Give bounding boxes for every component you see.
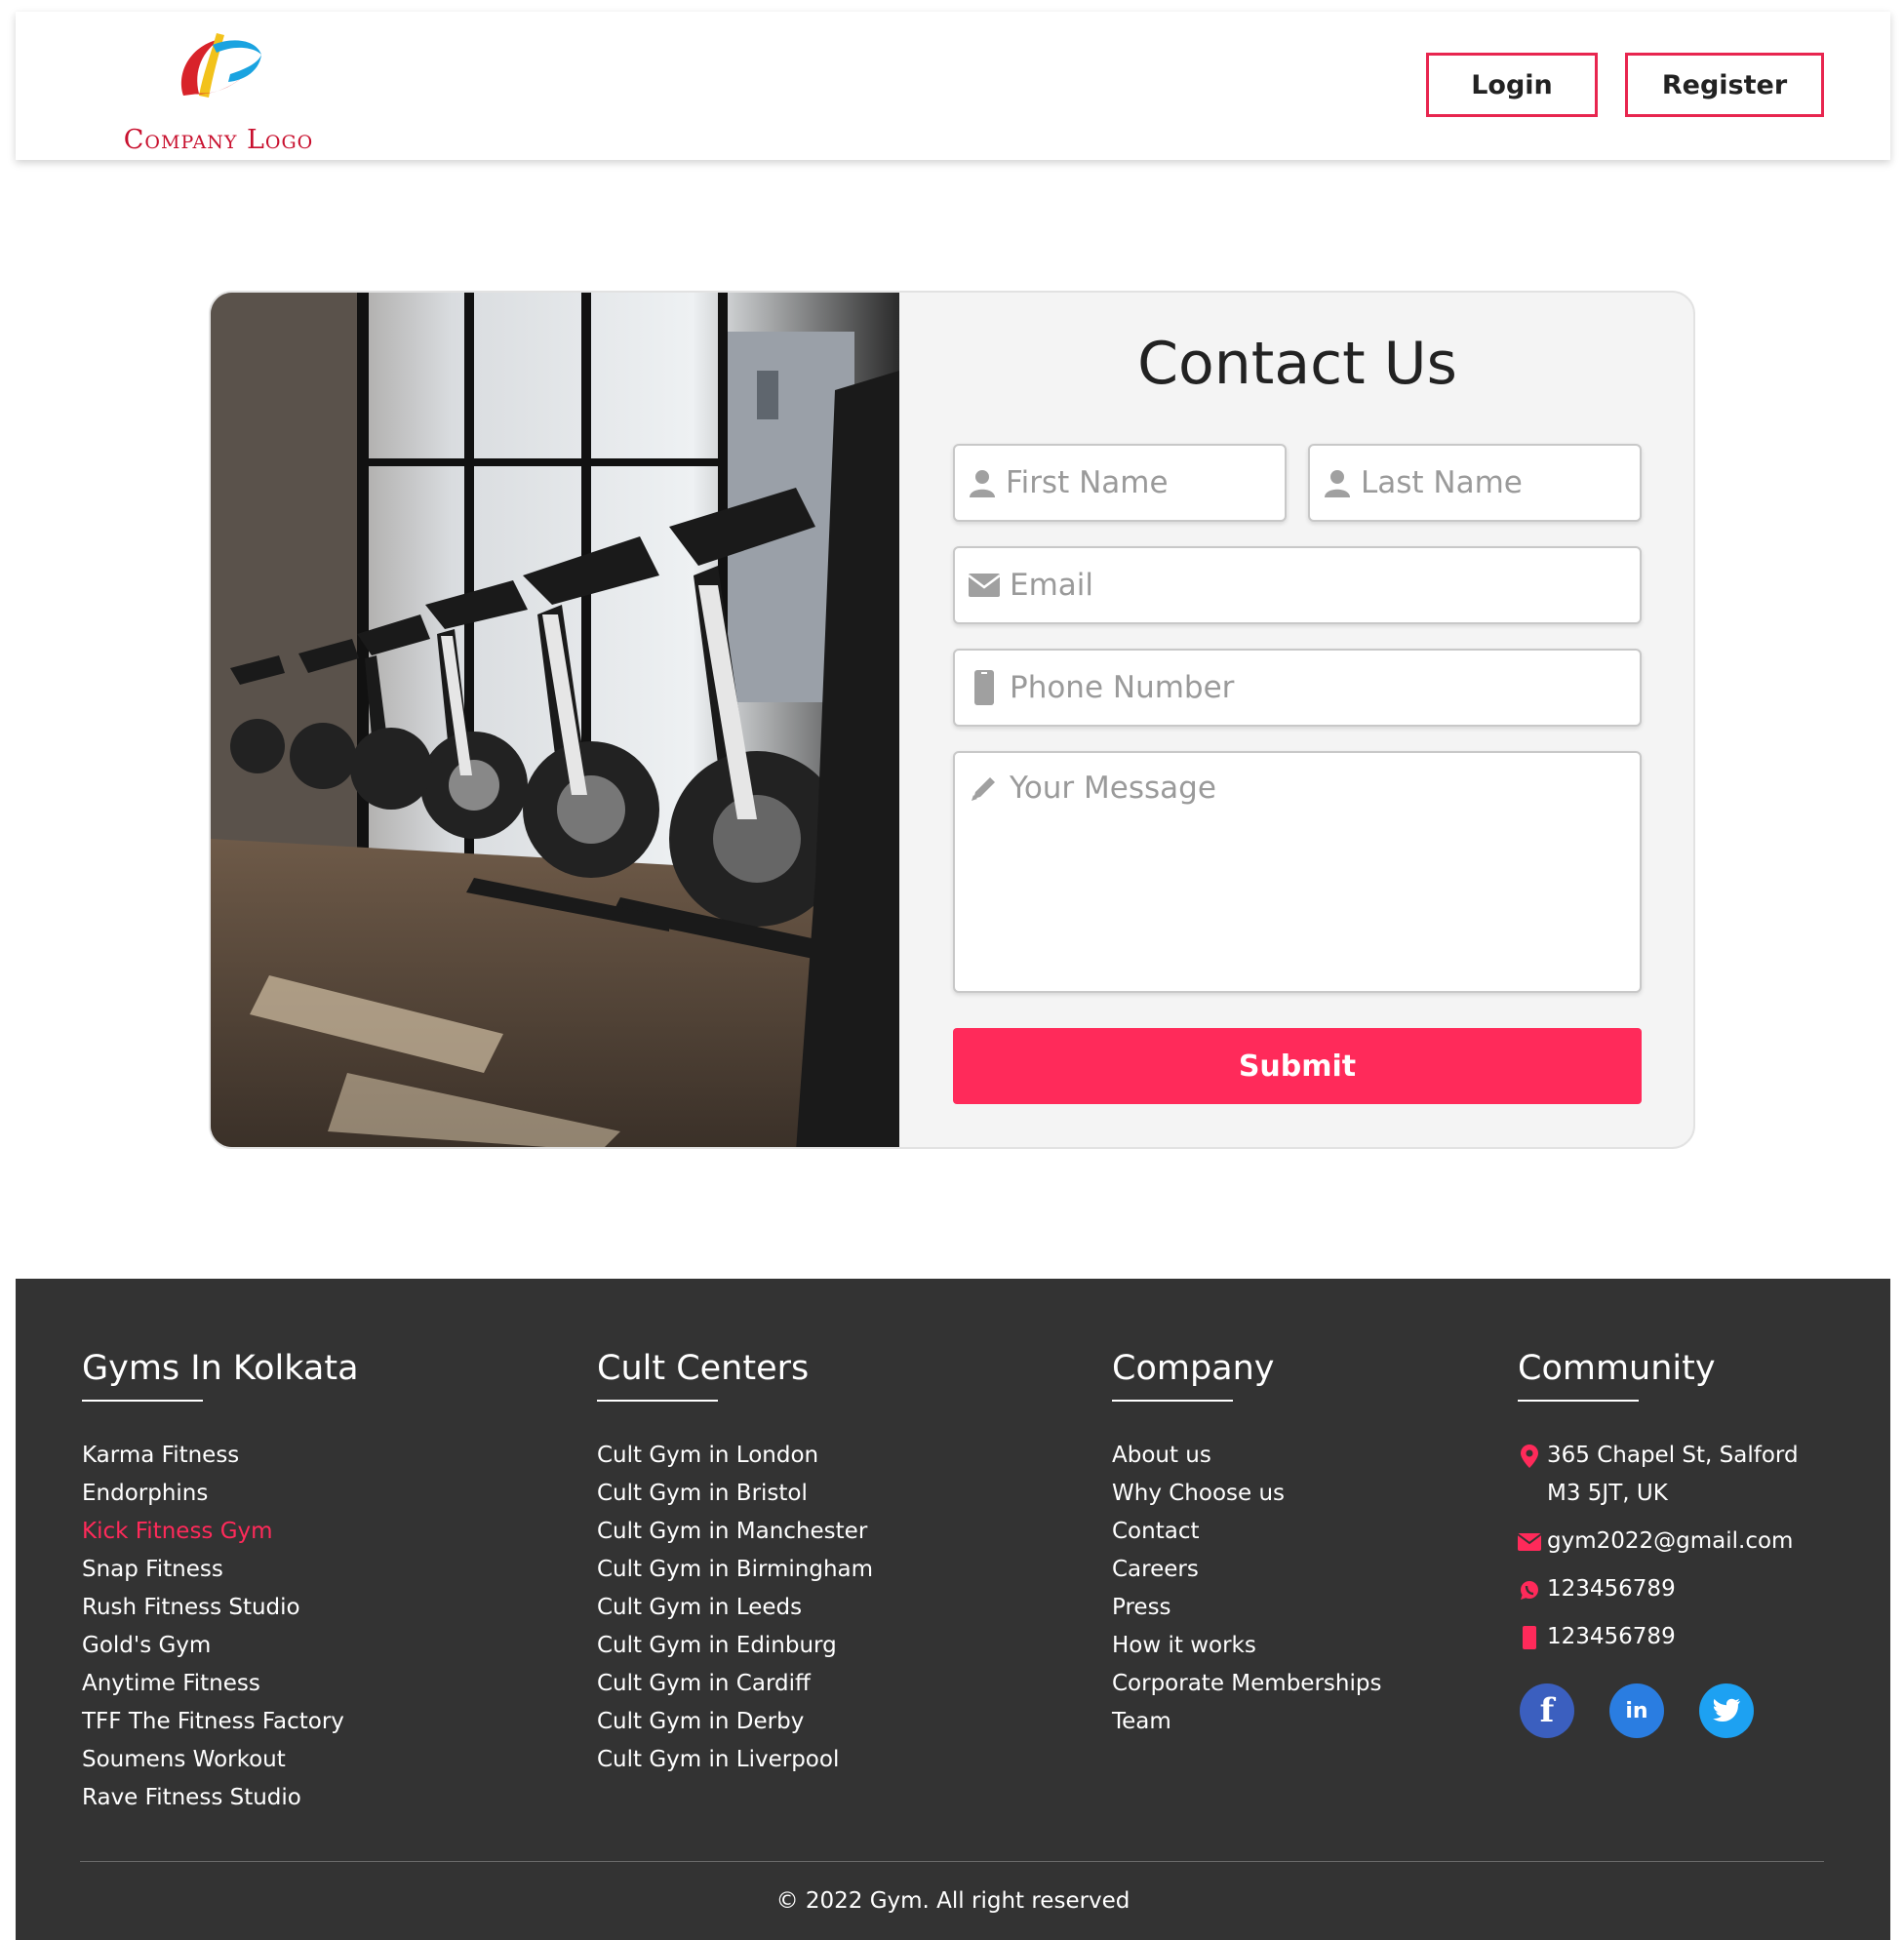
address-line-1: 365 Chapel St, Salford xyxy=(1547,1443,1799,1468)
footer-community-column: Community 365 Chapel St, Salford M3 5JT,… xyxy=(1518,1349,1799,1738)
linkedin-icon[interactable]: in xyxy=(1609,1683,1664,1738)
message-input[interactable] xyxy=(1010,753,1640,991)
last-name-input[interactable] xyxy=(1361,446,1693,520)
footer-link[interactable]: Rave Fitness Studio xyxy=(82,1779,359,1817)
submit-button[interactable]: Submit xyxy=(953,1028,1642,1104)
whatsapp-contact[interactable]: 123456789 xyxy=(1518,1570,1799,1608)
email-contact[interactable]: gym2022@gmail.com xyxy=(1518,1523,1799,1561)
footer-link[interactable]: Why Choose us xyxy=(1112,1475,1381,1513)
phone-field[interactable] xyxy=(953,649,1642,727)
message-field[interactable] xyxy=(953,751,1642,993)
first-name-field[interactable] xyxy=(953,444,1387,522)
copyright-text: 2022 Gym. All right reserved xyxy=(805,1888,1130,1914)
footer-company-list: About us Why Choose us Contact Careers P… xyxy=(1112,1437,1381,1741)
footer-gyms-heading: Gyms In Kolkata xyxy=(82,1349,359,1402)
footer-gyms-column: Gyms In Kolkata Karma Fitness Endorphins… xyxy=(82,1349,359,1817)
footer-link[interactable]: Cult Gym in Derby xyxy=(597,1703,873,1741)
login-button[interactable]: Login xyxy=(1426,53,1598,117)
envelope-icon xyxy=(969,570,1000,601)
whatsapp-number[interactable]: 123456789 xyxy=(1547,1570,1676,1608)
social-links: f in xyxy=(1520,1683,1799,1738)
footer-link[interactable]: Cult Gym in Birmingham xyxy=(597,1551,873,1589)
logo-text: Company Logo xyxy=(123,125,314,155)
user-icon xyxy=(1324,467,1351,498)
footer-link[interactable]: TFF The Fitness Factory xyxy=(82,1703,359,1741)
footer-cult-heading: Cult Centers xyxy=(597,1349,873,1402)
gym-bikes-photo xyxy=(211,293,899,1147)
footer-link[interactable]: Karma Fitness xyxy=(82,1437,359,1475)
whatsapp-icon xyxy=(1518,1570,1541,1608)
footer-link-active[interactable]: Kick Fitness Gym xyxy=(82,1513,359,1551)
footer-gyms-list: Karma Fitness Endorphins Kick Fitness Gy… xyxy=(82,1437,359,1817)
site-footer: Gyms In Kolkata Karma Fitness Endorphins… xyxy=(16,1279,1890,1940)
copyright-icon: © xyxy=(775,1888,799,1914)
facebook-icon[interactable]: f xyxy=(1520,1683,1574,1738)
footer-link[interactable]: Anytime Fitness xyxy=(82,1665,359,1703)
address: 365 Chapel St, Salford M3 5JT, UK xyxy=(1518,1437,1799,1513)
footer-link[interactable]: Cult Gym in London xyxy=(597,1437,873,1475)
footer-link[interactable]: Cult Gym in Manchester xyxy=(597,1513,873,1551)
mobile-phone-icon xyxy=(1518,1618,1541,1656)
company-logo[interactable]: Company Logo xyxy=(82,21,355,158)
contact-card: Contact Us Submit xyxy=(209,291,1695,1149)
footer-link[interactable]: Team xyxy=(1112,1703,1381,1741)
footer-link[interactable]: Gold's Gym xyxy=(82,1627,359,1665)
footer-link[interactable]: Soumens Workout xyxy=(82,1741,359,1779)
footer-company-column: Company About us Why Choose us Contact C… xyxy=(1112,1349,1381,1741)
footer-link[interactable]: About us xyxy=(1112,1437,1381,1475)
footer-cult-column: Cult Centers Cult Gym in London Cult Gym… xyxy=(597,1349,873,1779)
footer-link[interactable]: Cult Gym in Liverpool xyxy=(597,1741,873,1779)
footer-link[interactable]: Contact xyxy=(1112,1513,1381,1551)
footer-link[interactable]: Corporate Memberships xyxy=(1112,1665,1381,1703)
email-input[interactable] xyxy=(1010,548,1640,622)
location-pin-icon xyxy=(1518,1437,1541,1475)
email-field[interactable] xyxy=(953,546,1642,624)
footer-link[interactable]: Endorphins xyxy=(82,1475,359,1513)
footer-link[interactable]: Snap Fitness xyxy=(82,1551,359,1589)
last-name-field[interactable] xyxy=(1308,444,1693,522)
footer-cult-list: Cult Gym in London Cult Gym in Bristol C… xyxy=(597,1437,873,1779)
twitter-icon[interactable] xyxy=(1699,1683,1754,1738)
logo-swoosh-icon xyxy=(180,33,261,98)
footer-divider xyxy=(80,1861,1824,1862)
user-icon xyxy=(969,467,996,498)
email-text[interactable]: gym2022@gmail.com xyxy=(1547,1523,1793,1561)
footer-link[interactable]: Rush Fitness Studio xyxy=(82,1589,359,1627)
phone-contact[interactable]: 123456789 xyxy=(1518,1618,1799,1656)
footer-link[interactable]: Cult Gym in Leeds xyxy=(597,1589,873,1627)
phone-input[interactable] xyxy=(1010,651,1640,725)
footer-link[interactable]: Cult Gym in Bristol xyxy=(597,1475,873,1513)
footer-link[interactable]: Careers xyxy=(1112,1551,1381,1589)
footer-community-heading: Community xyxy=(1518,1349,1799,1402)
footer-link[interactable]: Cult Gym in Cardiff xyxy=(597,1665,873,1703)
footer-link[interactable]: How it works xyxy=(1112,1627,1381,1665)
mobile-phone-icon xyxy=(969,670,1000,705)
address-line-2: M3 5JT, UK xyxy=(1547,1481,1668,1506)
register-button[interactable]: Register xyxy=(1625,53,1824,117)
footer-link[interactable]: Cult Gym in Edinburg xyxy=(597,1627,873,1665)
copyright: © 2022 Gym. All right reserved xyxy=(16,1888,1890,1914)
contact-title: Contact Us xyxy=(1137,330,1457,398)
pencil-icon xyxy=(969,772,1000,804)
envelope-icon xyxy=(1518,1523,1541,1561)
footer-link[interactable]: Press xyxy=(1112,1589,1381,1627)
site-header: Company Logo Login Register xyxy=(16,12,1890,160)
phone-number[interactable]: 123456789 xyxy=(1547,1618,1676,1656)
footer-company-heading: Company xyxy=(1112,1349,1381,1402)
